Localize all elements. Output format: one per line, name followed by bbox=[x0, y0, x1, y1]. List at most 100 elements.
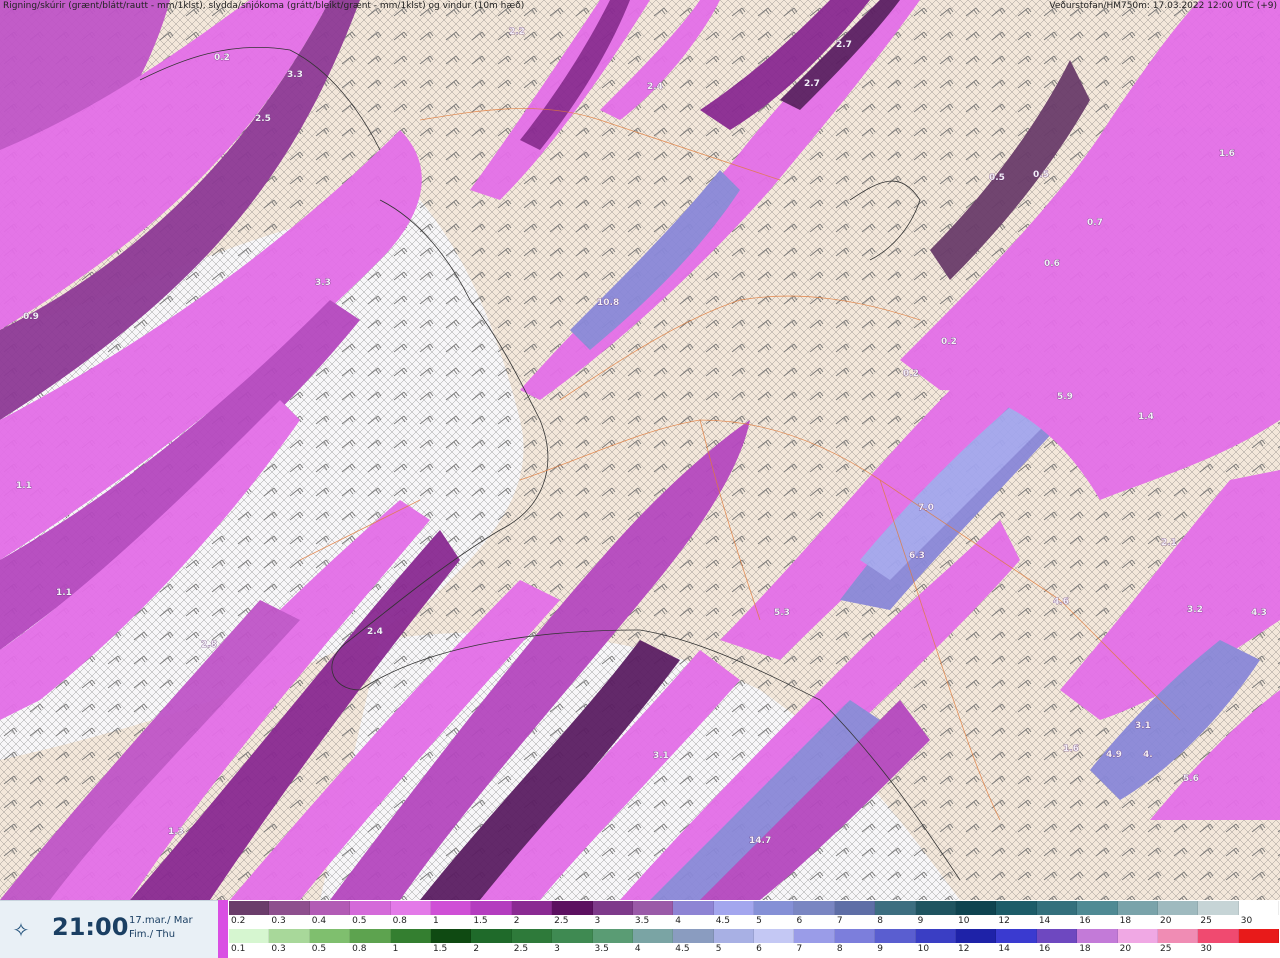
rain-color-swatch bbox=[915, 929, 957, 943]
rain-color-swatch bbox=[1036, 929, 1078, 943]
rain-scale-label: 0.1 bbox=[231, 944, 246, 954]
snow-scale-label: 2 bbox=[513, 916, 520, 926]
snow-scale-label: 0.2 bbox=[231, 916, 246, 926]
snow-scale-label: 1 bbox=[432, 916, 439, 926]
snow-color-swatch bbox=[1238, 901, 1280, 915]
rain-scale-label: 2 bbox=[473, 944, 480, 954]
rain-scale-label: 1.5 bbox=[432, 944, 448, 954]
snow-scale-label: 5 bbox=[756, 916, 762, 926]
snow-scale-label: 6 bbox=[796, 916, 803, 926]
map-label: 14.7 bbox=[749, 836, 771, 846]
map-label: 0.9 bbox=[23, 312, 39, 322]
map-label: 5.6 bbox=[1183, 774, 1199, 784]
rain-color-swatch bbox=[1198, 929, 1239, 943]
snow-color-swatch bbox=[229, 901, 270, 915]
rain-color-swatch bbox=[632, 929, 674, 943]
map-label: 3.1 bbox=[1135, 721, 1151, 731]
rain-scale-label: 4 bbox=[634, 944, 641, 954]
rain-color-swatch bbox=[592, 929, 633, 943]
rain-scale-label: 20 bbox=[1119, 944, 1132, 954]
map-label: 7.0 bbox=[918, 503, 934, 513]
map-label: 3.2 bbox=[1187, 605, 1203, 615]
map-label: 1.6 bbox=[1219, 149, 1235, 159]
vedur-logo-icon: ✧ bbox=[12, 918, 30, 942]
snow-scale-label: 0.5 bbox=[352, 916, 367, 926]
rain-color-swatch bbox=[1077, 929, 1118, 943]
snow-color-swatch bbox=[511, 901, 553, 915]
rain-color-swatch bbox=[713, 929, 755, 943]
weather-map: 0.2 3.3 2.5 2.2 2.4 2.7 2.7 1.6 0.5 0.5 … bbox=[0, 0, 1280, 900]
map-label: 5.3 bbox=[774, 608, 790, 618]
snow-scale-label: 18 bbox=[1119, 916, 1132, 926]
map-label: 0.2 bbox=[903, 369, 919, 379]
map-label: 1.1 bbox=[16, 481, 32, 491]
snow-color-swatch bbox=[552, 901, 593, 915]
map-label: 2.7 bbox=[836, 40, 852, 50]
map-label: 2.8 bbox=[201, 640, 217, 650]
rain-color-swatch bbox=[390, 929, 431, 943]
snow-color-swatch bbox=[1036, 901, 1078, 915]
snow-color-swatch bbox=[996, 901, 1037, 915]
rain-color-swatch bbox=[350, 929, 391, 943]
valid-weekday: Fim./ Thu bbox=[129, 929, 176, 940]
rain-scale-label: 0.8 bbox=[352, 944, 367, 954]
rain-color-swatch bbox=[875, 929, 916, 943]
rain-color-swatch bbox=[996, 929, 1037, 943]
rain-scale-label: 16 bbox=[1038, 944, 1051, 954]
snow-scale-label: 0.3 bbox=[271, 916, 286, 926]
rain-scale-label: 0.5 bbox=[311, 944, 327, 954]
map-label: 2.7 bbox=[804, 79, 820, 89]
snow-color-swatch bbox=[309, 901, 351, 915]
snow-scale-label: 9 bbox=[917, 916, 924, 926]
map-label: 2.5 bbox=[255, 114, 271, 124]
map-label: 5.9 bbox=[1057, 392, 1073, 402]
snow-color-swatch bbox=[269, 901, 310, 915]
rain-color-swatch bbox=[754, 929, 795, 943]
snow-scale-labels: 0.2 0.3 0.4 0.5 0.8 1 1.5 2 2.5 3 3.5 4 4.5 5 6 7 8 9 10 12… bbox=[229, 915, 1279, 927]
rain-color-swatch bbox=[1157, 929, 1199, 943]
map-label: 3.3 bbox=[287, 70, 303, 80]
snow-scale-label: 20 bbox=[1159, 916, 1172, 926]
snow-scale-label: 10 bbox=[958, 916, 970, 926]
map-label: 0.6 bbox=[1044, 259, 1060, 269]
snow-scale-label: 2.5 bbox=[554, 916, 569, 926]
snow-color-swatch bbox=[875, 901, 916, 915]
rain-scale-labels: 0.1 0.3 0.5 0.8 1 1.5 2 2.5 3 3.5 4 4.5 5 6 7 8 9 10 12 14 1… bbox=[229, 943, 1279, 955]
map-label: 1.3 bbox=[168, 827, 184, 837]
valid-time: 21:00 bbox=[52, 913, 129, 941]
map-label: 4.9 bbox=[1106, 750, 1122, 760]
snow-scale-label: 4 bbox=[675, 916, 682, 926]
snow-scale-label: 0.4 bbox=[311, 916, 327, 926]
snow-color-swatch bbox=[632, 901, 674, 915]
snow-color-swatch bbox=[834, 901, 876, 915]
rain-scale-label: 14 bbox=[998, 944, 1010, 954]
map-label: 0.5 bbox=[989, 173, 1005, 183]
snow-color-swatch bbox=[350, 901, 391, 915]
rain-color-swatch bbox=[552, 929, 593, 943]
rain-color-swatch bbox=[673, 929, 714, 943]
rain-color-swatch bbox=[229, 929, 270, 943]
rain-color-swatch bbox=[309, 929, 351, 943]
snow-scale-label: 7 bbox=[836, 916, 843, 926]
snow-color-swatch bbox=[1077, 901, 1118, 915]
rain-scale-label: 18 bbox=[1079, 944, 1091, 954]
rain-color-scale bbox=[229, 929, 1280, 943]
map-label: 0.7 bbox=[1087, 218, 1103, 228]
snow-color-swatch bbox=[1117, 901, 1158, 915]
map-label: 0.5 bbox=[1033, 170, 1049, 180]
snow-color-swatch bbox=[956, 901, 997, 915]
snow-scale-label: 12 bbox=[998, 916, 1010, 926]
snow-color-swatch bbox=[390, 901, 431, 915]
rain-scale-label: 5 bbox=[715, 944, 722, 954]
snow-color-swatch bbox=[1198, 901, 1239, 915]
legend-side-strip bbox=[218, 900, 228, 958]
rain-scale-label: 25 bbox=[1159, 944, 1172, 954]
valid-date: 17.mar./ Mar bbox=[129, 915, 193, 926]
map-label: 4.6 bbox=[1053, 597, 1069, 607]
map-label: 0.2 bbox=[214, 53, 230, 63]
map-label: 4.3 bbox=[1251, 608, 1267, 618]
snow-color-swatch bbox=[754, 901, 795, 915]
snow-scale-label: 3.5 bbox=[634, 916, 650, 926]
rain-color-swatch bbox=[1238, 929, 1280, 943]
rain-scale-label: 0.3 bbox=[271, 944, 286, 954]
